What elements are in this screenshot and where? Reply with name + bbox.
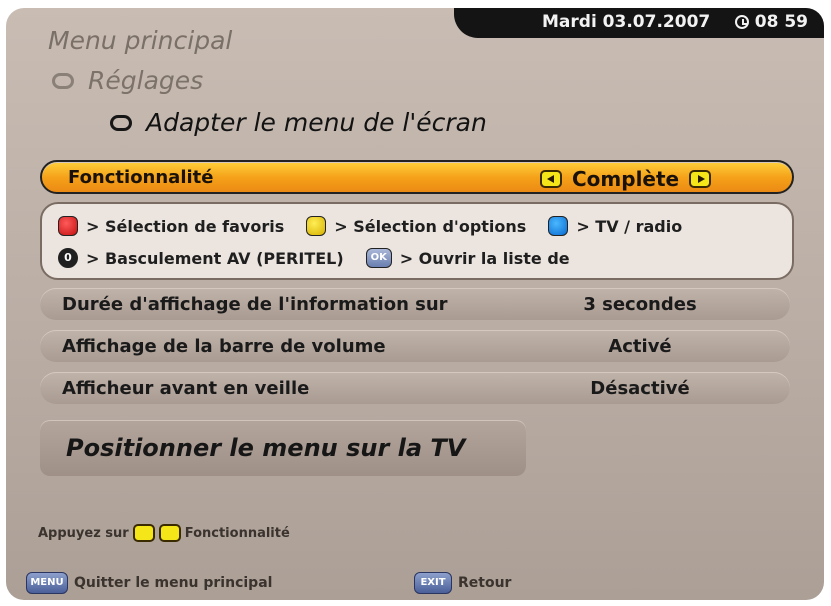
menu-row-barre-volume[interactable]: Affichage de la barre de volume Activé	[40, 330, 790, 362]
red-key-icon	[58, 216, 78, 236]
menu-row-value: Activé	[608, 336, 672, 357]
yellow-key-help: > Sélection d'options	[334, 216, 527, 236]
footer-exit-label: Retour	[458, 575, 512, 591]
blue-key-icon	[548, 216, 569, 236]
status-bar: Mardi 03.07.2007 08 59	[454, 8, 824, 38]
menu-row-value: 3 secondes	[583, 294, 697, 315]
left-arrow-key-icon	[132, 524, 155, 542]
option-selector[interactable]: Complète	[540, 167, 712, 191]
date-label: Mardi 03.07.2007	[542, 12, 711, 32]
ok-key-help: > Ouvrir la liste de	[399, 248, 570, 268]
menu-row-value: Désactivé	[590, 378, 690, 399]
hint-prefix: Appuyez sur	[38, 525, 129, 541]
submenu-arrow-icon	[110, 114, 132, 131]
submenu-arrow-icon	[52, 72, 74, 89]
menu-row-label: Afficheur avant en veille	[62, 378, 310, 399]
menu-key-icon: MENU	[26, 572, 68, 594]
hint-suffix: Fonctionnalité	[184, 525, 290, 541]
time-label: 08 59	[754, 12, 808, 32]
menu-row-label: Fonctionnalité	[68, 167, 214, 188]
menu-row-afficheur-veille[interactable]: Afficheur avant en veille Désactivé	[40, 372, 790, 404]
clock: 08 59	[734, 12, 808, 32]
page-title: Adapter le menu de l'écran	[110, 108, 487, 137]
help-infobox: > Sélection de favoris > Sélection d'opt…	[40, 202, 794, 280]
red-key-help: > Sélection de favoris	[86, 216, 285, 236]
right-arrow-key-icon[interactable]	[689, 170, 712, 188]
left-arrow-key-icon[interactable]	[540, 170, 562, 188]
clock-icon	[734, 15, 749, 29]
blue-key-help: > TV / radio	[576, 216, 683, 236]
position-menu-button[interactable]: Positionner le menu sur la TV	[40, 420, 526, 476]
position-menu-button-label: Positionner le menu sur la TV	[66, 434, 466, 462]
menu-row-value: Complète	[572, 167, 680, 191]
breadcrumb-settings: Réglages	[52, 66, 203, 95]
right-arrow-key-icon	[158, 524, 181, 542]
zero-key-help: > Basculement AV (PERITEL)	[86, 248, 344, 268]
yellow-key-icon	[306, 216, 327, 236]
footer-menu-action[interactable]: MENU Quitter le menu principal	[26, 572, 272, 594]
menu-row-label: Affichage de la barre de volume	[62, 336, 386, 357]
breadcrumb-main-menu: Menu principal	[48, 26, 233, 55]
page-title-label: Adapter le menu de l'écran	[146, 108, 487, 137]
zero-key-icon: 0	[58, 248, 78, 268]
footer-exit-action[interactable]: EXIT Retour	[414, 572, 511, 594]
menu-row-fonctionnalite[interactable]: Fonctionnalité Complète	[40, 160, 794, 194]
exit-key-icon: EXIT	[414, 572, 452, 594]
menu-row-duree-affichage[interactable]: Durée d'affichage de l'information sur 3…	[40, 288, 790, 320]
footer-menu-label: Quitter le menu principal	[74, 575, 273, 591]
navigation-hint: Appuyez sur Fonctionnalité	[38, 524, 290, 542]
tv-menu-screen: Mardi 03.07.2007 08 59 Menu principal Ré…	[6, 8, 824, 600]
ok-key-icon: OK	[365, 248, 392, 268]
menu-row-label: Durée d'affichage de l'information sur	[62, 294, 448, 315]
breadcrumb-settings-label: Réglages	[88, 66, 204, 95]
